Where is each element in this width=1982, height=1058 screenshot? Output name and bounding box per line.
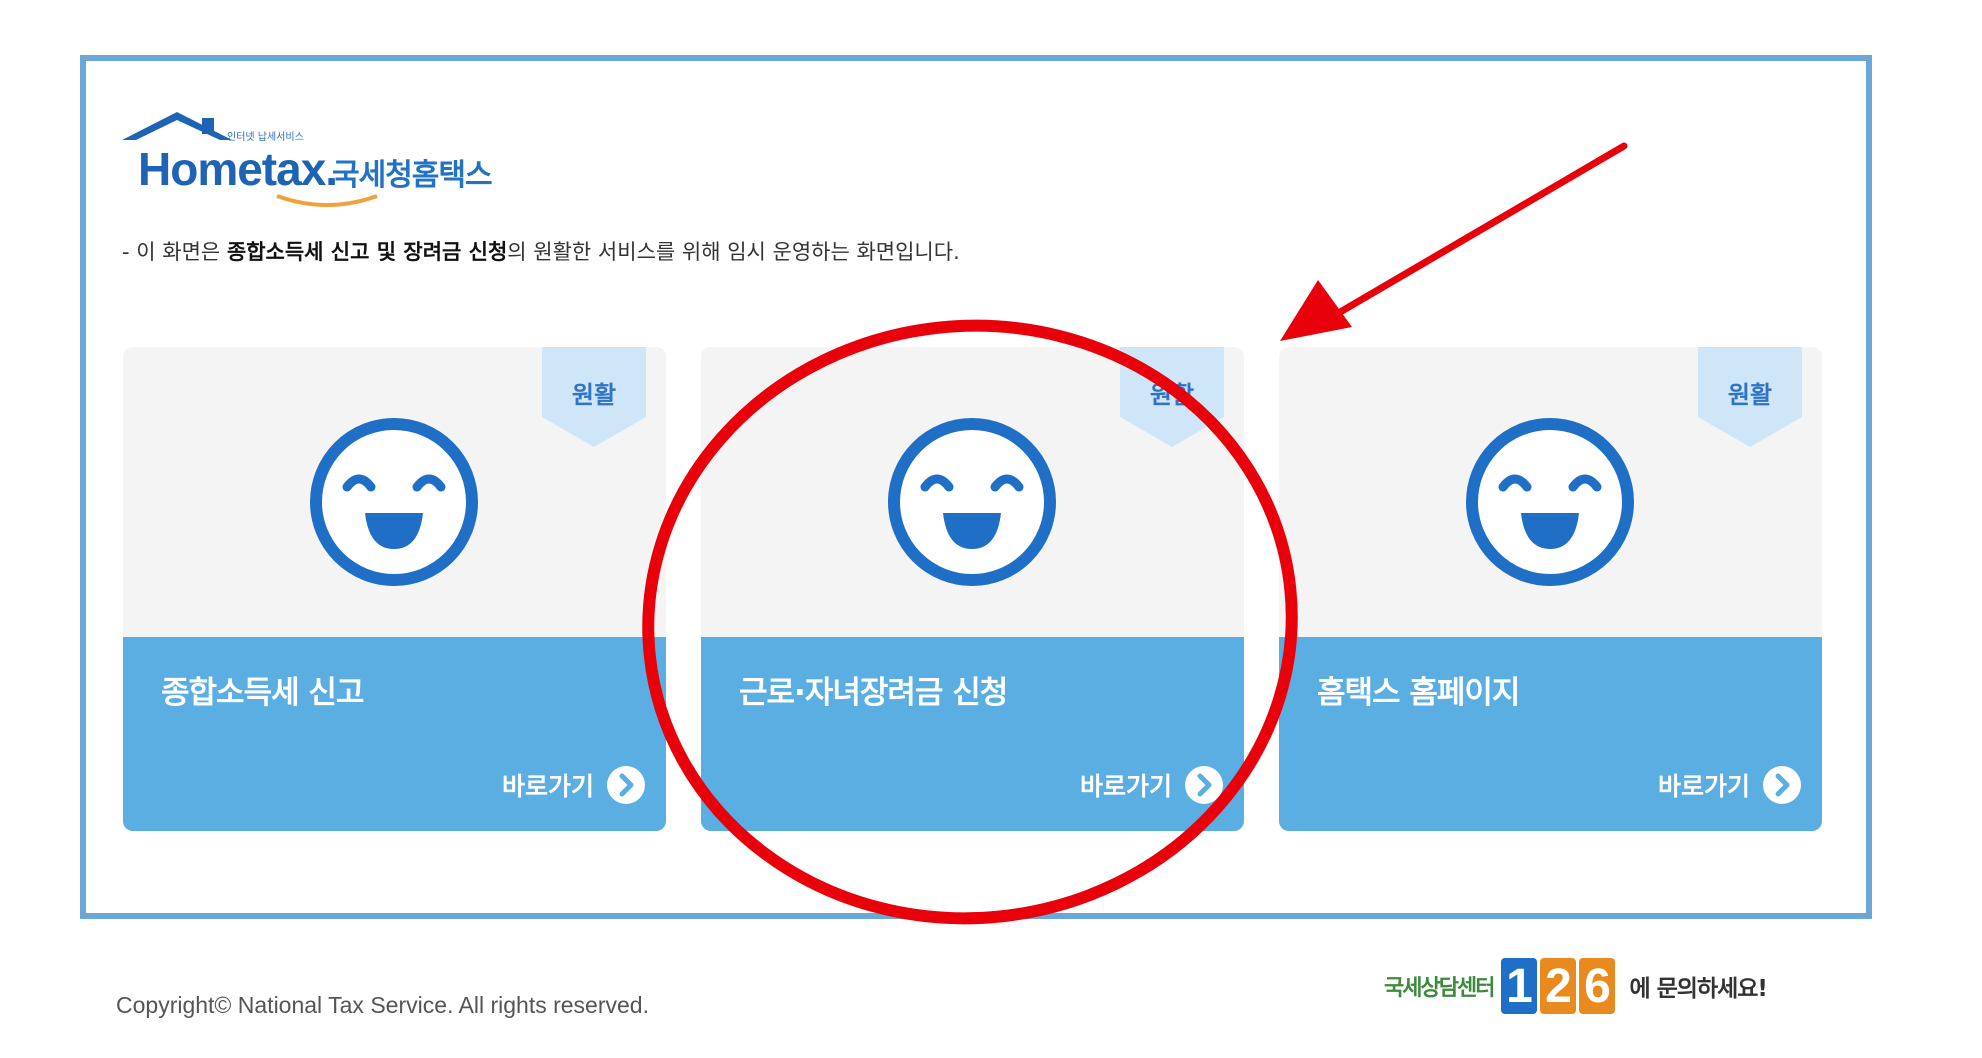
- notice-bold: 종합소득세 신고 및 장려금 신청: [226, 240, 508, 264]
- smiley-face-icon: [310, 418, 478, 586]
- card-title: 근로·자녀장려금 신청: [739, 675, 1008, 711]
- chevron-right-circle-icon: [607, 766, 645, 804]
- card-hometax-homepage[interactable]: 원활 홈택스 홈페이지 바로가기: [1279, 347, 1822, 831]
- logo-subtitle: 인터넷 납세서비스: [227, 132, 304, 143]
- logo-korean-name: 국세청홈택스: [332, 158, 493, 193]
- smile-swoosh-icon: [276, 194, 378, 207]
- chevron-right-circle-icon: [1185, 766, 1223, 804]
- go-link[interactable]: 바로가기: [1658, 765, 1802, 805]
- notice-text: - 이 화면은 종합소득세 신고 및 장려금 신청의 원활한 서비스를 위해 임…: [122, 236, 960, 266]
- notice-prefix: - 이 화면은: [122, 240, 227, 264]
- go-link[interactable]: 바로가기: [1080, 765, 1224, 805]
- callcenter-banner[interactable]: 국세상담센터 1 2 6 에 문의하세요!: [1384, 956, 1768, 1016]
- card-title: 홈택스 홈페이지: [1317, 675, 1520, 711]
- callcenter-number: 1 2 6: [1501, 958, 1616, 1014]
- copyright-text: Copyright© National Tax Service. All rig…: [116, 992, 649, 1018]
- logo-wordmark: Hometax.: [138, 143, 338, 195]
- go-link-label: 바로가기: [1657, 772, 1750, 801]
- card-income-tax[interactable]: 원활 종합소득세 신고 바로가기: [123, 347, 666, 831]
- go-link-label: 바로가기: [1079, 772, 1172, 801]
- callcenter-suffix: 에 문의하세요!: [1629, 976, 1767, 1002]
- chevron-right-circle-icon: [1763, 766, 1801, 804]
- status-badge: 원활: [571, 381, 617, 409]
- hometax-logo[interactable]: 인터넷 납세서비스 Hometax. 국세청홈택스: [122, 108, 502, 208]
- card-earned-income-credit[interactable]: 원활 근로·자녀장려금 신청 바로가기: [701, 347, 1244, 831]
- notice-suffix: 의 원활한 서비스를 위해 임시 운영하는 화면입니다.: [507, 240, 960, 264]
- smiley-face-icon: [888, 418, 1056, 586]
- card-title: 종합소득세 신고: [161, 675, 364, 711]
- callcenter-digit: 6: [1579, 958, 1616, 1014]
- callcenter-digit: 1: [1501, 958, 1538, 1014]
- go-link-label: 바로가기: [501, 772, 594, 801]
- go-link[interactable]: 바로가기: [502, 765, 646, 805]
- callcenter-digit: 2: [1540, 958, 1577, 1014]
- smiley-face-icon: [1466, 418, 1634, 586]
- status-badge: 원활: [1149, 381, 1195, 409]
- callcenter-label: 국세상담센터: [1384, 976, 1495, 1001]
- status-badge: 원활: [1727, 381, 1773, 409]
